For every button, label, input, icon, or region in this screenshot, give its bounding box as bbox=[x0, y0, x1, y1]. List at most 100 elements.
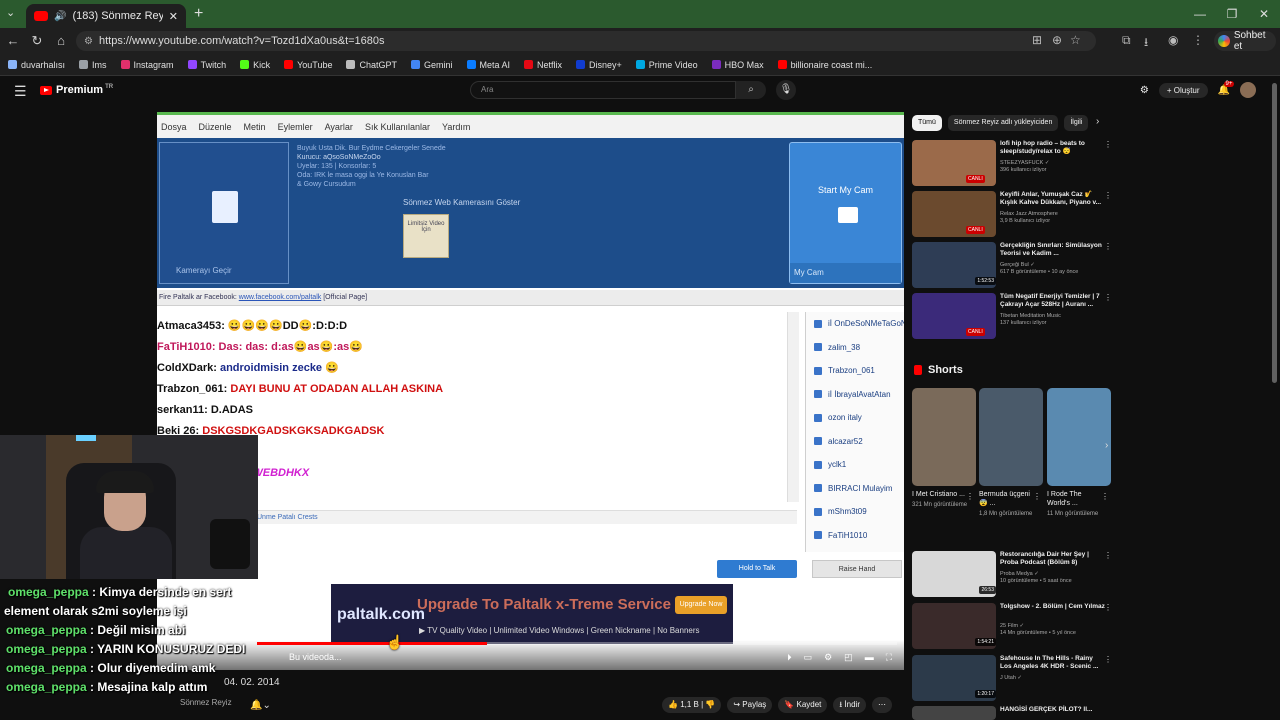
search-input[interactable]: Ara bbox=[470, 81, 736, 99]
voice-search-button[interactable]: 🎙 bbox=[776, 80, 796, 100]
settings-gear-icon[interactable]: ⚙ bbox=[824, 652, 832, 663]
video-thumbnail[interactable]: CANLI bbox=[912, 140, 996, 186]
recommended-video[interactable]: 1:54:21 Tolgshow - 2. Bölüm | Cem Yılmaz 2… bbox=[912, 603, 1120, 649]
create-button[interactable]: + Oluştur bbox=[1158, 82, 1208, 98]
filter-chip[interactable]: Sönmez Reyiz adlı yükleyiciden bbox=[947, 115, 1059, 131]
profile-avatar-icon[interactable]: ◉ bbox=[1168, 33, 1178, 47]
video-title[interactable]: lofi hip hop radio – beats to sleep/stud… bbox=[1000, 140, 1106, 156]
download-icon[interactable]: ⭳ bbox=[1144, 33, 1148, 54]
maximize-button[interactable]: ❐ bbox=[1216, 0, 1248, 28]
page-scrollbar[interactable] bbox=[1270, 77, 1280, 720]
short-title[interactable]: I Rode The World's ... bbox=[1047, 490, 1103, 508]
bookmark-item[interactable]: Twitch bbox=[187, 60, 226, 70]
short-card[interactable]: I Met Cristiano ... 321 Mn görüntüleme ⋮ bbox=[912, 388, 976, 509]
menu-hamburger-icon[interactable]: ☰ bbox=[14, 83, 27, 100]
progress-bar[interactable] bbox=[257, 642, 897, 645]
video-thumbnail[interactable]: CANLI bbox=[912, 293, 996, 339]
bookmark-item[interactable]: Ims bbox=[79, 60, 107, 70]
menu-dots-icon[interactable]: ⋮ bbox=[1192, 33, 1204, 47]
shorts-next-arrow-icon[interactable]: › bbox=[1105, 440, 1108, 451]
recommended-video[interactable]: 1:52:53 Gerçekliğin Sınırları: Simülasyon… bbox=[912, 242, 1120, 288]
channel-name[interactable]: 25 Film ✓ bbox=[1000, 623, 1110, 630]
video-title[interactable]: HANGİSİ GERÇEK PİLOT? ll... bbox=[1000, 706, 1106, 714]
tab-search-chevron-icon[interactable]: ⌄ bbox=[6, 6, 15, 19]
more-options-icon[interactable]: ⋮ bbox=[1033, 492, 1041, 501]
new-tab-button[interactable]: + bbox=[194, 5, 203, 23]
subscribe-bell-icon[interactable]: 🔔⌄ bbox=[250, 700, 271, 711]
close-tab-icon[interactable]: ✕ bbox=[169, 10, 178, 23]
bookmark-item[interactable]: Prime Video bbox=[635, 60, 698, 70]
bookmark-item[interactable]: Instagram bbox=[120, 60, 174, 70]
recommended-video[interactable]: HANGİSİ GERÇEK PİLOT? ll... bbox=[912, 706, 1120, 720]
share-button[interactable]: ↪ Paylaş bbox=[727, 697, 773, 713]
address-bar[interactable]: ⚙ https://www.youtube.com/watch?v=Tozd1d… bbox=[76, 31, 1096, 51]
video-title[interactable]: Keyifli Anlar, Yumuşak Caz 🎷 Kışlık Kahv… bbox=[1000, 191, 1106, 207]
bookmark-item[interactable]: HBO Max bbox=[711, 60, 764, 70]
site-info-icon[interactable]: ⚙ bbox=[84, 36, 93, 47]
bookmark-item[interactable]: ChatGPT bbox=[346, 60, 397, 70]
short-thumbnail[interactable] bbox=[979, 388, 1043, 486]
search-button[interactable]: ⌕ bbox=[736, 81, 766, 99]
video-title[interactable]: Tüm Negatif Enerjiyi Temizler | 7 Çakray… bbox=[1000, 293, 1106, 309]
autoplay-toggle-icon[interactable]: ⏵ bbox=[787, 652, 792, 663]
channel-name[interactable]: Sönmez Reyiz bbox=[180, 698, 232, 707]
speaker-icon[interactable]: 🔊 bbox=[54, 11, 66, 22]
miniplayer-icon[interactable]: ◰ bbox=[844, 652, 853, 663]
short-title[interactable]: Bermuda üçgeni 😨 ... bbox=[979, 490, 1035, 508]
video-title[interactable]: Gerçekliğin Sınırları: Simülasyon Teoris… bbox=[1000, 242, 1106, 258]
bookmark-item[interactable]: Gemini bbox=[410, 60, 453, 70]
more-options-icon[interactable]: ⋮ bbox=[1104, 191, 1112, 200]
short-thumbnail[interactable] bbox=[1047, 388, 1111, 486]
more-actions-button[interactable]: ⋯ bbox=[872, 697, 892, 713]
more-options-icon[interactable]: ⋮ bbox=[1104, 140, 1112, 149]
recommended-video[interactable]: CANLI Keyifli Anlar, Yumuşak Caz 🎷 Kışlık… bbox=[912, 191, 1120, 237]
video-player[interactable]: Dosya Düzenle Metin Eylemler Ayarlar Sık Kull… bbox=[157, 112, 904, 670]
cast-icon[interactable]: ⚙ bbox=[1140, 85, 1149, 96]
video-title[interactable]: Tolgshow - 2. Bölüm | Cem Yılmaz bbox=[1000, 603, 1106, 611]
recommended-video[interactable]: CANLI Tüm Negatif Enerjiyi Temizler | 7 Ç… bbox=[912, 293, 1120, 339]
bookmark-item[interactable]: Disney+ bbox=[576, 60, 622, 70]
chat-button[interactable]: Sohbet et bbox=[1214, 30, 1276, 52]
more-options-icon[interactable]: ⋮ bbox=[1104, 551, 1112, 560]
channel-name[interactable]: Proba Medya ✓ bbox=[1000, 571, 1110, 578]
channel-name[interactable]: Tibetan Meditation Music bbox=[1000, 313, 1110, 320]
account-avatar[interactable] bbox=[1240, 82, 1256, 98]
youtube-logo[interactable]: Premium TR bbox=[40, 84, 113, 96]
video-title[interactable]: Restorancılığa Dair Her Şey | Proba Podc… bbox=[1000, 551, 1106, 567]
more-options-icon[interactable]: ⋮ bbox=[1101, 492, 1109, 501]
short-thumbnail[interactable] bbox=[912, 388, 976, 486]
bookmark-item[interactable]: Kick bbox=[240, 60, 270, 70]
more-options-icon[interactable]: ⋮ bbox=[1104, 242, 1112, 251]
channel-name[interactable]: Relax Jazz Atmosphere bbox=[1000, 211, 1110, 218]
subtitles-icon[interactable]: ▭ bbox=[804, 652, 813, 663]
more-options-icon[interactable]: ⋮ bbox=[966, 492, 974, 501]
video-thumbnail[interactable] bbox=[912, 706, 996, 720]
close-window-button[interactable]: ✕ bbox=[1248, 0, 1280, 28]
short-card[interactable]: Bermuda üçgeni 😨 ... 1,8 Mn görüntüleme ⋮ bbox=[979, 388, 1043, 518]
bookmark-item[interactable]: Netflix bbox=[524, 60, 562, 70]
channel-name[interactable]: J Utah ✓ bbox=[1000, 675, 1110, 682]
back-button[interactable]: ← bbox=[4, 33, 22, 48]
scrollbar-thumb[interactable] bbox=[1272, 83, 1277, 383]
chapter-label[interactable]: Bu videoda... bbox=[289, 652, 342, 662]
video-title[interactable]: Safehouse In The Hills - Rainy Los Angel… bbox=[1000, 655, 1106, 671]
short-title[interactable]: I Met Cristiano ... bbox=[912, 490, 968, 499]
like-button[interactable]: 👍 1,1 B | 👎 bbox=[662, 697, 722, 713]
zoom-icon[interactable]: ⊕ bbox=[1052, 33, 1062, 47]
fullscreen-icon[interactable]: ⛶ bbox=[886, 652, 892, 663]
download-button[interactable]: ⭳ İndir bbox=[833, 697, 866, 713]
chips-next-arrow-icon[interactable]: › bbox=[1096, 116, 1099, 127]
theater-mode-icon[interactable]: ▬ bbox=[865, 652, 874, 663]
minimize-button[interactable]: — bbox=[1184, 0, 1216, 28]
bookmark-item[interactable]: billionaire coast mi... bbox=[777, 60, 872, 70]
bookmark-item[interactable]: duvarhalısı bbox=[8, 60, 65, 70]
more-options-icon[interactable]: ⋮ bbox=[1104, 603, 1112, 612]
channel-name[interactable]: Gerçeği Bul ✓ bbox=[1000, 262, 1110, 269]
recommended-video[interactable]: CANLI lofi hip hop radio – beats to sleep… bbox=[912, 140, 1120, 186]
filter-chip[interactable]: İlgili bbox=[1064, 115, 1089, 131]
home-button[interactable]: ⌂ bbox=[52, 33, 70, 48]
video-thumbnail[interactable]: CANLI bbox=[912, 191, 996, 237]
bookmark-item[interactable]: Meta AI bbox=[466, 60, 510, 70]
save-button[interactable]: 🔖 Kaydet bbox=[778, 697, 828, 713]
filter-chip[interactable]: Tümü bbox=[912, 115, 942, 131]
